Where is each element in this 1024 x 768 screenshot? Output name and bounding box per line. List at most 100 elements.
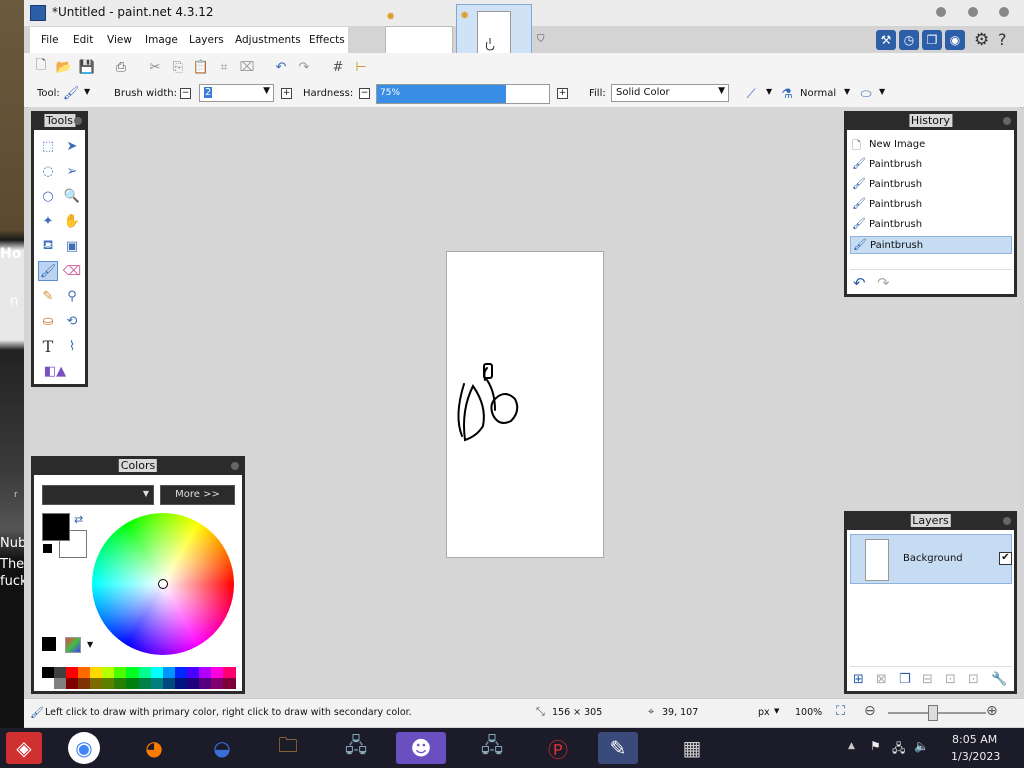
antialiasing-dropdown-icon[interactable]: ▼ — [766, 87, 772, 96]
add-layer-icon[interactable]: ⊞ — [853, 672, 864, 687]
file-explorer-icon[interactable]: 🗀 — [270, 732, 306, 764]
color-wheel[interactable] — [92, 513, 234, 655]
reset-colors-icon[interactable] — [42, 543, 53, 554]
blend-mode-dropdown-icon[interactable]: ▼ — [844, 87, 850, 96]
print-icon[interactable]: ⎙ — [112, 58, 130, 76]
palette-swatch[interactable] — [174, 667, 188, 678]
palette-swatch[interactable] — [102, 667, 116, 678]
palette-icon[interactable] — [65, 637, 81, 653]
colors-panel-header[interactable]: Colors — [34, 459, 242, 475]
ellipse-select-icon[interactable]: ○ — [38, 186, 58, 206]
paintnet-task-icon[interactable]: ✎ — [598, 732, 638, 764]
palette-swatch[interactable] — [198, 678, 212, 689]
swap-colors-icon[interactable]: ⇄ — [74, 513, 83, 526]
palette-swatch[interactable] — [138, 678, 152, 689]
palette-swatch[interactable] — [162, 667, 176, 678]
palette-swatch[interactable] — [114, 678, 128, 689]
palette-swatch[interactable] — [126, 678, 140, 689]
color-mode-dropdown[interactable]: ▼ — [42, 485, 154, 505]
palette-swatch[interactable] — [66, 678, 80, 689]
layer-row-background[interactable]: Background ✔ — [850, 534, 1012, 584]
zoom-in-icon[interactable]: ⊕ — [986, 703, 998, 719]
palette-swatch[interactable] — [198, 667, 212, 678]
palette-swatch[interactable] — [150, 678, 164, 689]
history-undo-icon[interactable]: ↶ — [853, 274, 866, 292]
taskbar-time[interactable]: 8:05 AM — [952, 733, 997, 746]
flag-icon[interactable]: ⚑ — [870, 739, 881, 753]
zoom-slider-thumb[interactable] — [928, 705, 938, 721]
minimize-button[interactable] — [936, 7, 946, 17]
palette-swatch[interactable] — [186, 678, 200, 689]
selection-mode-icon[interactable]: ⬭ — [857, 85, 875, 103]
tabs-dropdown-icon[interactable]: ⛉ — [537, 34, 545, 45]
obama-logo-icon[interactable]: ◒ — [204, 732, 240, 764]
colors-toggle-icon[interactable]: ◉ — [945, 30, 965, 50]
save-file-icon[interactable]: 💾 — [78, 58, 96, 76]
palette-swatch[interactable] — [210, 667, 224, 678]
delete-layer-icon[interactable]: ⊠ — [876, 672, 887, 687]
color-picker-icon[interactable]: ⚲ — [62, 286, 82, 306]
more-button[interactable]: More >> — [160, 485, 235, 505]
move-selected-icon[interactable]: ➢ — [62, 161, 82, 181]
palette-swatch[interactable] — [54, 667, 68, 678]
palette-swatch[interactable] — [126, 667, 140, 678]
clone-stamp-icon[interactable]: ⛀ — [38, 311, 58, 331]
move-layer-up-icon[interactable]: ⊡ — [945, 672, 956, 687]
add-palette-color-icon[interactable] — [42, 637, 56, 651]
zoom-out-icon[interactable]: ⊖ — [864, 703, 876, 719]
current-tool-paintbrush-icon[interactable]: 🖌 — [62, 84, 80, 102]
grid-icon[interactable]: # — [329, 58, 347, 76]
menu-adjustments[interactable]: Adjustments — [235, 34, 301, 46]
layer-properties-icon[interactable]: 🔧 — [991, 672, 1007, 687]
palette-swatch[interactable] — [90, 667, 104, 678]
palette-swatch[interactable] — [54, 678, 68, 689]
show-hidden-icons-icon[interactable]: ▲ — [848, 741, 855, 751]
color-palette[interactable] — [42, 667, 236, 689]
hardness-slider[interactable]: 75% — [376, 84, 550, 104]
palette-swatch[interactable] — [78, 678, 92, 689]
magic-wand-icon[interactable]: ✦ — [38, 211, 58, 231]
merge-layer-icon[interactable]: ⊟ — [922, 672, 933, 687]
history-toggle-icon[interactable]: ◷ — [899, 30, 919, 50]
layers-toggle-icon[interactable]: ❐ — [922, 30, 942, 50]
ruler-icon[interactable]: ⊢ — [352, 58, 370, 76]
units-dropdown-icon[interactable]: ▼ — [774, 707, 779, 715]
rectangle-select-icon[interactable]: ⬚ — [38, 136, 58, 156]
network-2-icon[interactable]: 🖧 — [474, 732, 510, 764]
cut-icon[interactable]: ✂ — [146, 58, 164, 76]
p-app-icon[interactable]: Ⓟ — [540, 732, 576, 764]
crop-icon[interactable]: ⌗ — [215, 58, 233, 76]
brush-width-increase-button[interactable]: + — [281, 88, 292, 99]
settings-gear-icon[interactable]: ⚙ — [974, 30, 989, 50]
history-item[interactable]: 🖌 Paintbrush — [850, 216, 1012, 234]
zoom-icon[interactable]: 🔍 — [62, 186, 82, 206]
primary-color-swatch[interactable] — [42, 513, 70, 541]
maximize-button[interactable] — [968, 7, 978, 17]
move-layer-down-icon[interactable]: ⊡ — [968, 672, 979, 687]
paint-bucket-icon[interactable]: ⛾ — [38, 236, 58, 256]
layer-visibility-checkbox[interactable]: ✔ — [999, 552, 1012, 565]
menu-view[interactable]: View — [107, 34, 132, 46]
chrome-icon[interactable]: ◉ — [68, 732, 100, 764]
history-item-selected[interactable]: 🖌 Paintbrush — [850, 236, 1012, 254]
image-canvas[interactable] — [446, 251, 604, 558]
copy-icon[interactable]: ⎘ — [169, 58, 187, 76]
firefox-icon[interactable]: ◕ — [136, 732, 172, 764]
palette-swatch[interactable] — [174, 678, 188, 689]
palette-swatch[interactable] — [162, 678, 176, 689]
units-selector[interactable]: px — [758, 707, 770, 718]
panel-close-icon[interactable] — [74, 117, 82, 125]
history-item[interactable]: 🖌 Paintbrush — [850, 196, 1012, 214]
hardness-decrease-button[interactable]: − — [359, 88, 370, 99]
history-item[interactable]: 🖌 Paintbrush — [850, 176, 1012, 194]
tools-panel-header[interactable]: Tools — [34, 114, 85, 130]
tools-toggle-icon[interactable]: ⚒ — [876, 30, 896, 50]
panel-close-icon[interactable] — [231, 462, 239, 470]
layers-panel-header[interactable]: Layers — [847, 514, 1014, 530]
palette-swatch[interactable] — [186, 667, 200, 678]
fill-combo[interactable]: Solid Color ▼ — [611, 84, 729, 102]
history-redo-icon[interactable]: ↷ — [877, 274, 890, 292]
antialiasing-icon[interactable]: ⟋ — [742, 85, 760, 103]
messenger-icon[interactable]: ☻ — [396, 732, 446, 764]
palette-dropdown-icon[interactable]: ▼ — [87, 640, 93, 649]
